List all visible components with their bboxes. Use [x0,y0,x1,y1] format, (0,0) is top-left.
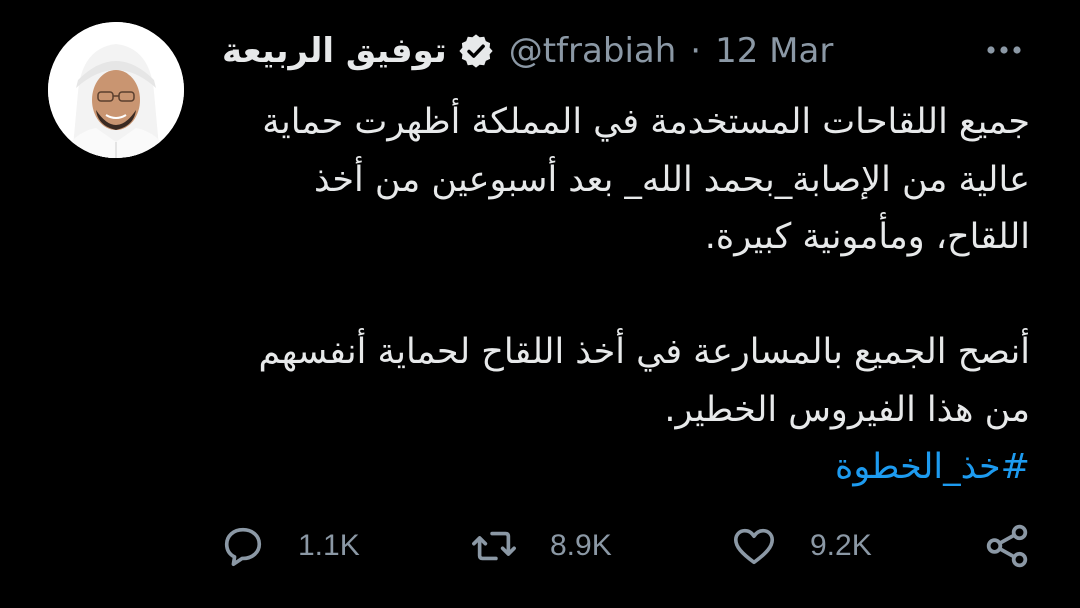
tweet-paragraph-2: أنصح الجميع بالمسارعة في أخذ اللقاح لحما… [258,332,1031,430]
tweet-paragraph-1: جميع اللقاحات المستخدمة في المملكة أظهرت… [262,102,1030,257]
like-count: 9.2K [810,529,872,562]
heart-icon [733,528,775,565]
tweet-header: توفيق الربيعة @tfrabiah · 12 Mar [222,26,833,76]
like-button[interactable]: 9.2K [730,518,872,574]
tweet-text: جميع اللقاحات المستخدمة في المملكة أظهرت… [222,94,1031,497]
reply-count: 1.1K [298,529,360,562]
avatar[interactable] [48,22,184,158]
tweet-date[interactable]: 12 Mar [715,31,833,71]
separator-dot: · [690,31,702,71]
share-button[interactable] [982,518,1032,574]
retweet-button[interactable]: 8.9K [470,518,612,574]
share-icon [986,524,1028,568]
retweet-icon [472,531,516,561]
tweet-actions: 1.1K 8.9K 9.2K [0,518,1080,574]
reply-button[interactable]: 1.1K [220,518,360,574]
reply-icon [224,527,262,567]
display-name[interactable]: توفيق الربيعة [222,31,447,71]
verified-badge-icon [459,34,493,68]
tweet-card[interactable]: توفيق الربيعة @tfrabiah · 12 Mar جميع ال… [0,0,1080,608]
hashtag-link[interactable]: #خذ_الخطوة [222,439,1030,497]
more-options-icon[interactable] [984,30,1034,70]
user-handle[interactable]: @tfrabiah [509,31,677,71]
retweet-count: 8.9K [550,529,612,562]
